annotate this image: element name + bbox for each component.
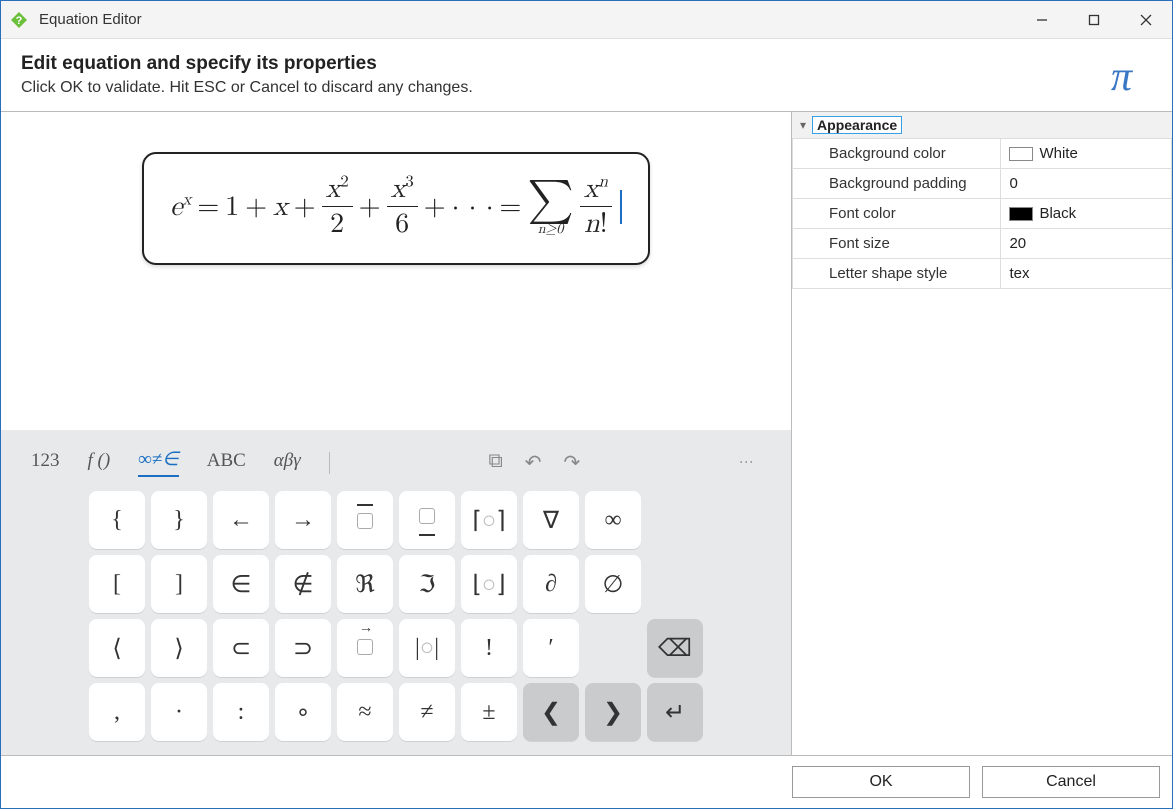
key-underline[interactable] <box>399 491 455 549</box>
app-icon: ? <box>9 10 29 30</box>
key-ℑ[interactable]: ℑ <box>399 555 455 613</box>
key-backspace[interactable]: ⌫ <box>647 619 703 677</box>
key-⊂[interactable]: ⊂ <box>213 619 269 677</box>
keyboard-more-icon[interactable]: ⋮ <box>739 455 755 471</box>
equation-box[interactable]: ex = 1 + x + x2 2 + x3 6 <box>142 152 650 265</box>
key-≈[interactable]: ≈ <box>337 683 393 741</box>
header-heading: Edit equation and specify its properties <box>21 53 473 75</box>
minimize-button[interactable] <box>1016 1 1068 39</box>
tab-numbers[interactable]: 123 <box>31 450 60 476</box>
property-value[interactable]: 0 <box>1001 169 1172 199</box>
property-value[interactable]: White <box>1001 139 1172 169</box>
key-≠[interactable]: ≠ <box>399 683 455 741</box>
property-row[interactable]: Letter shape styletex <box>793 259 1172 289</box>
key-∉[interactable]: ∉ <box>275 555 331 613</box>
tab-latin[interactable]: ABC <box>207 450 246 476</box>
keyboard-tabs: 123 f () ∞≠∈ ABC αβγ ⧉ ↶ ↷ ⋮ <box>11 448 781 491</box>
key-abs[interactable]: |○| <box>399 619 455 677</box>
virtual-keyboard: 123 f () ∞≠∈ ABC αβγ ⧉ ↶ ↷ ⋮ {}←→⌈○⌉∇∞[]… <box>1 430 791 755</box>
color-swatch <box>1009 207 1033 221</box>
property-row[interactable]: Background padding0 <box>793 169 1172 199</box>
key-overline[interactable] <box>337 491 393 549</box>
property-value[interactable]: tex <box>1001 259 1172 289</box>
property-value[interactable]: 20 <box>1001 229 1172 259</box>
header-subheading: Click OK to validate. Hit ESC or Cancel … <box>21 79 473 97</box>
property-row[interactable]: Font colorBlack <box>793 199 1172 229</box>
key-·[interactable]: · <box>151 683 207 741</box>
key-∞[interactable]: ∞ <box>585 491 641 549</box>
equation-canvas[interactable]: ex = 1 + x + x2 2 + x3 6 <box>1 112 791 430</box>
key-floor[interactable]: ⌊○⌋ <box>461 555 517 613</box>
tab-functions[interactable]: f () <box>88 450 111 476</box>
key-∂[interactable]: ∂ <box>523 555 579 613</box>
undo-icon[interactable]: ↶ <box>525 450 542 475</box>
property-value[interactable]: Black <box>1001 199 1172 229</box>
key-∇[interactable]: ∇ <box>523 491 579 549</box>
key-⊃[interactable]: ⊃ <box>275 619 331 677</box>
key-}[interactable]: } <box>151 491 207 549</box>
property-label: Background color <box>793 139 1001 169</box>
key-right[interactable]: ❯ <box>585 683 641 741</box>
close-button[interactable] <box>1120 1 1172 39</box>
key-∅[interactable]: ∅ <box>585 555 641 613</box>
maximize-button[interactable] <box>1068 1 1120 39</box>
property-row[interactable]: Font size20 <box>793 229 1172 259</box>
key-:[interactable]: : <box>213 683 269 741</box>
tab-greek[interactable]: αβγ <box>274 450 301 476</box>
property-row[interactable]: Background colorWhite <box>793 139 1172 169</box>
properties-section-header[interactable]: ▾ Appearance <box>792 112 1172 138</box>
key-ceiling[interactable]: ⌈○⌉ <box>461 491 517 549</box>
key-![interactable]: ! <box>461 619 517 677</box>
color-swatch <box>1009 147 1033 161</box>
key-vector[interactable]: → <box>337 619 393 677</box>
key-grid: {}←→⌈○⌉∇∞[]∈∉ℜℑ⌊○⌋∂∅⟨⟩⊂⊃→|○|!′⌫,·:∘≈≠±❮❯… <box>11 491 781 741</box>
key-left[interactable]: ❮ <box>523 683 579 741</box>
properties-table: Background colorWhiteBackground padding0… <box>792 138 1172 289</box>
properties-pane: ▾ Appearance Background colorWhiteBackgr… <box>792 112 1172 755</box>
svg-text:?: ? <box>16 15 23 27</box>
key-{[interactable]: { <box>89 491 145 549</box>
property-label: Font size <box>793 229 1001 259</box>
key-⟩[interactable]: ⟩ <box>151 619 207 677</box>
ok-button[interactable]: OK <box>792 766 970 798</box>
key-[[interactable]: [ <box>89 555 145 613</box>
key-±[interactable]: ± <box>461 683 517 741</box>
key-ℜ[interactable]: ℜ <box>337 555 393 613</box>
key-∘[interactable]: ∘ <box>275 683 331 741</box>
key-→[interactable]: → <box>275 491 331 549</box>
property-label: Letter shape style <box>793 259 1001 289</box>
key-enter[interactable]: ↵ <box>647 683 703 741</box>
key-,[interactable]: , <box>89 683 145 741</box>
window-title: Equation Editor <box>39 11 142 28</box>
dialog-buttons: OK Cancel <box>1 755 1172 808</box>
pi-icon: π <box>1111 53 1152 101</box>
key-⟨[interactable]: ⟨ <box>89 619 145 677</box>
text-cursor <box>620 190 622 224</box>
header: Edit equation and specify its properties… <box>1 39 1172 112</box>
key-][interactable]: ] <box>151 555 207 613</box>
key-′[interactable]: ′ <box>523 619 579 677</box>
property-label: Background padding <box>793 169 1001 199</box>
left-pane: ex = 1 + x + x2 2 + x3 6 <box>1 112 792 755</box>
titlebar: ? Equation Editor <box>1 1 1172 39</box>
copy-icon[interactable]: ⧉ <box>488 450 502 475</box>
cancel-button[interactable]: Cancel <box>982 766 1160 798</box>
redo-icon[interactable]: ↷ <box>564 450 581 475</box>
main-split: ex = 1 + x + x2 2 + x3 6 <box>1 112 1172 755</box>
key-←[interactable]: ← <box>213 491 269 549</box>
property-label: Font color <box>793 199 1001 229</box>
properties-section-title: Appearance <box>812 116 902 134</box>
tab-symbols[interactable]: ∞≠∈ <box>138 448 179 477</box>
key-∈[interactable]: ∈ <box>213 555 269 613</box>
chevron-down-icon: ▾ <box>800 118 806 132</box>
